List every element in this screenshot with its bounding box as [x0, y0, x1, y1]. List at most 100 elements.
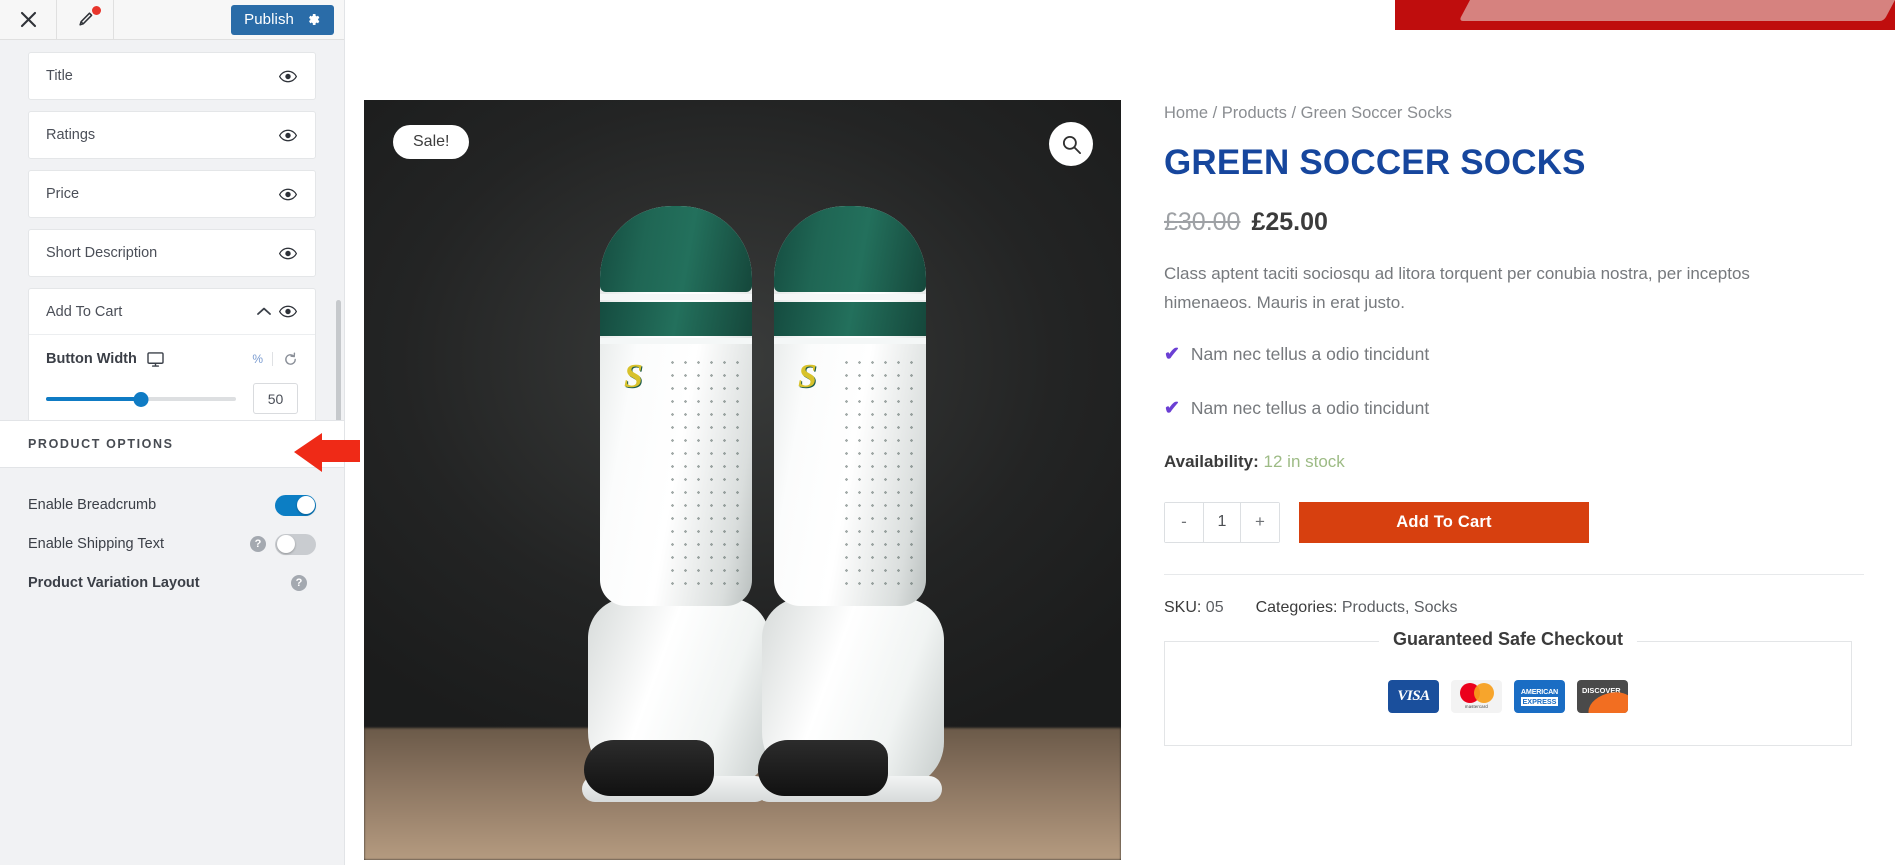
- availability: Availability: 12 in stock: [1164, 452, 1864, 472]
- check-icon: ✔: [1164, 343, 1180, 365]
- feature-label: Nam nec tellus a odio tincidunt: [1190, 343, 1430, 364]
- product-meta: SKU: 05 Categories: Products, Socks: [1164, 573, 1864, 617]
- categories-value[interactable]: Products, Socks: [1342, 599, 1458, 616]
- price-block: £30.00 £25.00: [1164, 208, 1864, 237]
- product-page: S S Sale! Home / Products / Green Soccer…: [345, 0, 1895, 865]
- mastercard-icon: mastercard: [1451, 679, 1502, 713]
- button-width-input[interactable]: 50: [253, 383, 298, 414]
- app-root: Publish Title Ratings Price Short Descri…: [0, 0, 1895, 865]
- chevron-up-icon[interactable]: [251, 307, 277, 316]
- annotation-arrow: [294, 433, 360, 472]
- widget-label: Ratings: [46, 127, 96, 143]
- add-to-cart-controls: Button Width % 50: [29, 335, 315, 420]
- magnifier-icon[interactable]: [1049, 122, 1093, 166]
- sock-toe: [584, 740, 714, 796]
- publish-button[interactable]: Publish: [231, 4, 334, 35]
- visa-icon: VISA: [1388, 679, 1439, 713]
- eye-visible-icon[interactable]: [277, 70, 299, 83]
- option-row-enable-shipping-text: Enable Shipping Text ?: [28, 525, 316, 564]
- product-layout: S S Sale! Home / Products / Green Soccer…: [345, 100, 1895, 860]
- option-label: Enable Shipping Text: [28, 536, 164, 552]
- quantity-increment[interactable]: +: [1241, 502, 1279, 542]
- widget-title[interactable]: Title: [28, 52, 316, 100]
- page-title: GREEN SOCCER SOCKS: [1164, 143, 1586, 182]
- enable-breadcrumb-toggle[interactable]: [275, 494, 316, 516]
- reset-icon[interactable]: [273, 352, 298, 367]
- price-sale: £25.00: [1251, 207, 1328, 236]
- add-to-cart-button[interactable]: Add To Cart: [1299, 501, 1589, 543]
- product-options-title: PRODUCT OPTIONS: [28, 436, 174, 451]
- product-details: Home / Products / Green Soccer Socks GRE…: [1164, 100, 1864, 860]
- slider-thumb[interactable]: [133, 391, 149, 407]
- feature-label: Nam nec tellus a odio tincidunt: [1190, 397, 1430, 418]
- sock-band: [600, 302, 752, 336]
- unit-percent-toggle[interactable]: %: [252, 352, 273, 366]
- widget-label: Short Description: [46, 245, 158, 261]
- option-row-enable-breadcrumb: Enable Breadcrumb: [28, 486, 316, 525]
- quantity-stepper[interactable]: - 1 +: [1164, 501, 1280, 543]
- amex-label-top: AMERICAN: [1520, 686, 1559, 696]
- sock-left-image: S: [582, 206, 770, 802]
- toggle-knob: [296, 496, 315, 514]
- close-button[interactable]: [0, 0, 57, 39]
- help-icon[interactable]: ?: [250, 536, 266, 552]
- sock-mesh: [840, 356, 918, 586]
- sock-stripe: [774, 294, 926, 300]
- help-icon[interactable]: ?: [291, 575, 307, 591]
- amex-label-bottom: EXPRESS: [1520, 696, 1559, 706]
- sock-mesh: [666, 356, 744, 586]
- gear-icon[interactable]: [306, 12, 321, 27]
- style-brush-button[interactable]: [57, 0, 114, 39]
- quantity-decrement[interactable]: -: [1165, 502, 1203, 542]
- product-gallery[interactable]: S S Sale!: [364, 100, 1121, 860]
- widget-add-to-cart[interactable]: Add To Cart Button Width % 50: [28, 288, 316, 420]
- safe-checkout-box: Guaranteed Safe Checkout VISA mastercard…: [1164, 628, 1852, 746]
- safe-checkout-title: Guaranteed Safe Checkout: [1378, 628, 1638, 650]
- sidebar-scroll-area: Title Ratings Price Short Description Ad…: [0, 40, 344, 420]
- check-icon: ✔: [1164, 397, 1180, 419]
- discover-icon: DISCOVER: [1577, 679, 1628, 713]
- desktop-icon[interactable]: [147, 351, 164, 367]
- sock-cuff: [774, 206, 926, 292]
- sock-stripe: [600, 294, 752, 300]
- eye-visible-icon[interactable]: [277, 247, 299, 260]
- feature-item: ✔ Nam nec tellus a odio tincidunt: [1164, 344, 1864, 365]
- product-photo: S S: [364, 100, 1121, 860]
- widget-label: Price: [46, 186, 80, 202]
- sock-logo: S: [624, 358, 643, 395]
- sidebar-scrollbar[interactable]: [336, 300, 341, 420]
- widget-ratings[interactable]: Ratings: [28, 111, 316, 159]
- widget-add-to-cart-header[interactable]: Add To Cart: [29, 289, 315, 335]
- sock-toe: [758, 740, 888, 796]
- mastercard-circles: [1459, 683, 1494, 704]
- mastercard-label: mastercard: [1465, 704, 1488, 710]
- publish-label: Publish: [244, 11, 294, 28]
- widget-title-header[interactable]: Title: [29, 53, 315, 99]
- button-width-control-row: Button Width %: [46, 351, 298, 367]
- categories: Categories: Products, Socks: [1256, 599, 1458, 617]
- categories-label: Categories:: [1255, 598, 1338, 616]
- eye-visible-icon[interactable]: [277, 188, 299, 201]
- widget-price[interactable]: Price: [28, 170, 316, 218]
- quantity-value[interactable]: 1: [1203, 502, 1241, 542]
- widget-ratings-header[interactable]: Ratings: [29, 112, 315, 158]
- sidebar-toolbar: Publish: [0, 0, 344, 40]
- eye-visible-icon[interactable]: [277, 305, 299, 318]
- notification-dot: [92, 6, 101, 15]
- price-original: £30.00: [1164, 207, 1241, 236]
- button-width-slider-row: 50: [46, 383, 298, 414]
- cart-row: - 1 + Add To Cart: [1164, 501, 1864, 543]
- eye-visible-icon[interactable]: [277, 129, 299, 142]
- short-description: Class aptent taciti sociosqu ad litora t…: [1164, 263, 1750, 312]
- sock-logo: S: [798, 358, 817, 395]
- enable-shipping-text-toggle[interactable]: [275, 533, 316, 555]
- widget-short-description-header[interactable]: Short Description: [29, 230, 315, 276]
- button-width-slider[interactable]: [46, 391, 236, 407]
- availability-label: Availability:: [1164, 451, 1259, 471]
- breadcrumb[interactable]: Home / Products / Green Soccer Socks: [1164, 104, 1864, 123]
- widget-short-description[interactable]: Short Description: [28, 229, 316, 277]
- widget-price-header[interactable]: Price: [29, 171, 315, 217]
- sku: SKU: 05: [1164, 599, 1224, 617]
- widget-label: Add To Cart: [46, 303, 123, 320]
